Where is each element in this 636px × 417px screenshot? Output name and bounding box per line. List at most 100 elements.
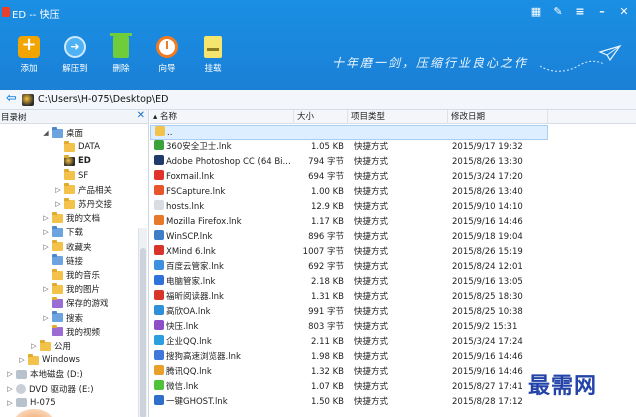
collapsed-caret-icon[interactable]: ▷ [6,399,14,407]
column-name[interactable]: ▴ 名称 [150,110,294,124]
file-row[interactable]: 电脑管家.lnk 2.18 KB 快捷方式 2015/9/16 13:05 [150,275,548,290]
tree-item[interactable]: ▷ 本地磁盘 (D:) [6,367,83,381]
delete-button[interactable]: 删除 [98,33,144,74]
close-tree-icon[interactable]: ✕ [137,110,145,121]
file-row[interactable]: 企业QQ.lnk 2.11 KB 快捷方式 2015/3/24 17:24 [150,335,548,350]
parent-folder-row[interactable]: .. [150,125,548,140]
address-path[interactable]: C:\Users\H-075\Desktop\ED [38,94,168,105]
file-date: 2015/9/18 19:04 [452,232,523,242]
folder-icon [52,211,63,223]
shortcut-icon [154,365,164,375]
folder-icon [64,154,75,166]
tree-item[interactable]: SF [54,169,88,183]
tree-item[interactable]: 保存的游戏 [42,296,109,310]
tree-item[interactable]: ▷ 我的图片 [42,282,100,296]
file-row[interactable]: 搜狗高速浏览器.lnk 1.98 KB 快捷方式 2015/9/16 14:46 [150,350,548,365]
file-size: 896 字节 [308,232,344,242]
file-type: 快捷方式 [354,337,389,347]
tree-item[interactable]: ED [54,154,91,168]
collapsed-caret-icon[interactable]: ▷ [6,385,14,393]
file-row[interactable]: 一键GHOST.lnk 1.50 KB 快捷方式 2015/8/28 17:12 [150,395,548,410]
folder-icon [28,353,39,365]
file-size: 2.11 KB [310,337,344,347]
tree-item[interactable]: 链接 [42,254,83,268]
tree-item[interactable]: ▷ 苏丹交接 [54,197,112,211]
collapsed-caret-icon[interactable]: ▷ [18,356,26,364]
collapsed-caret-icon[interactable]: ▷ [42,314,50,322]
add-icon [18,34,40,58]
folder-icon [52,126,63,138]
extract-button[interactable]: 解压到 [52,36,98,74]
file-row[interactable]: 微信.lnk 1.07 KB 快捷方式 2015/8/27 17:41 [150,380,548,395]
tree-item[interactable]: ▷ 公用 [30,339,71,353]
tree-item[interactable]: DATA [54,140,100,154]
menu-icon[interactable]: ≡ [572,4,588,20]
tree-scroll-thumb[interactable] [140,248,146,417]
collapsed-caret-icon[interactable]: ▷ [42,214,50,222]
tree-item[interactable]: ◢ 桌面 [42,126,83,140]
column-type[interactable]: 项目类型 [348,110,448,124]
collapsed-caret-icon[interactable]: ▷ [42,243,50,251]
collapsed-caret-icon[interactable]: ▷ [54,186,62,194]
tree-item[interactable]: ▷ H-075 [6,396,55,410]
tree-item-label: 我的音乐 [66,271,101,281]
tree-item[interactable]: 我的音乐 [42,268,100,282]
collapsed-caret-icon[interactable]: ▷ [54,200,62,208]
tree-item[interactable]: ▷ 收藏夹 [42,240,92,254]
mount-button[interactable]: 挂载 [190,36,236,74]
collapsed-caret-icon[interactable]: ▷ [42,285,50,293]
tree-item-label: 苏丹交接 [78,200,113,210]
file-row[interactable]: Foxmail.lnk 694 字节 快捷方式 2015/3/24 17:20 [150,170,548,185]
column-date[interactable]: 修改日期 [448,110,548,124]
wrench-icon[interactable]: ✎ [550,4,566,20]
column-size[interactable]: 大小 [294,110,348,124]
collapsed-caret-icon[interactable]: ▷ [30,342,38,350]
file-name-cell: XMind 6.lnk [154,245,294,260]
collapsed-caret-icon[interactable]: ▷ [42,228,50,236]
back-arrow-icon[interactable]: ⇦ [6,92,20,106]
file-name-cell: 高欣OA.lnk [154,305,294,320]
tree-item[interactable]: ▷ 搜索 [42,311,83,325]
file-row[interactable]: FSCapture.lnk 1.00 KB 快捷方式 2015/8/26 13:40 [150,185,548,200]
file-row[interactable]: 快压.lnk 803 字节 快捷方式 2015/9/2 15:31 [150,320,548,335]
shortcut-icon [154,380,164,390]
file-row[interactable]: 360安全卫士.lnk 1.05 KB 快捷方式 2015/9/17 19:32 [150,140,548,155]
tree-item[interactable]: ▷ 下载 [42,225,83,239]
file-name-cell: .. [155,126,295,141]
wizard-icon [156,36,178,58]
file-size: 1.17 KB [310,217,344,227]
file-row[interactable]: hosts.lnk 12.9 KB 快捷方式 2015/9/10 14:10 [150,200,548,215]
file-row[interactable]: XMind 6.lnk 1007 字节 快捷方式 2015/8/26 15:19 [150,245,548,260]
file-date: 2015/3/24 17:20 [452,172,523,182]
file-name-cell: 企业QQ.lnk [154,335,294,350]
file-row[interactable]: Adobe Photoshop CC (64 Bi... 794 字节 快捷方式 20… [150,155,548,170]
file-row[interactable]: 百度云管家.lnk 692 字节 快捷方式 2015/8/24 12:01 [150,260,548,275]
grid-menu-icon[interactable]: ▦ [528,4,544,20]
folder-icon [52,225,63,237]
file-row[interactable]: 福昕阅读器.lnk 1.31 KB 快捷方式 2015/8/25 18:30 [150,290,548,305]
tree-item[interactable]: ▷ 我的文档 [42,211,100,225]
file-type: 快捷方式 [354,247,389,257]
minimize-icon[interactable]: – [594,4,610,20]
tree-item[interactable]: ▷ DVD 驱动器 (E:) [6,382,94,396]
drive-icon [16,369,27,379]
file-row[interactable]: WinSCP.lnk 896 字节 快捷方式 2015/9/18 19:04 [150,230,548,245]
tree-title: 目录树 [1,113,27,123]
tree-item[interactable]: ▷ Windows [18,353,80,367]
tree-item[interactable]: 我的视频 [42,325,100,339]
file-type: 快捷方式 [354,187,389,197]
wizard-button[interactable]: 向导 [144,36,190,74]
expanded-caret-icon[interactable]: ◢ [42,129,50,137]
file-date: 2015/9/16 13:05 [452,277,523,287]
file-size: 2.18 KB [310,277,344,287]
folder-icon [64,197,75,209]
collapsed-caret-icon[interactable]: ▷ [6,370,14,378]
folder-icon [52,311,63,323]
file-row[interactable]: Mozilla Firefox.lnk 1.17 KB 快捷方式 2015/9/16 … [150,215,548,230]
add-button[interactable]: 添加 [6,34,52,74]
file-row[interactable]: 腾讯QQ.lnk 1.32 KB 快捷方式 2015/9/16 14:46 [150,365,548,380]
tree-scrollbar[interactable] [138,228,147,417]
close-icon[interactable]: ✕ [616,4,632,20]
file-row[interactable]: 高欣OA.lnk 991 字节 快捷方式 2015/8/25 10:38 [150,305,548,320]
tree-item[interactable]: ▷ 产品相关 [54,183,112,197]
